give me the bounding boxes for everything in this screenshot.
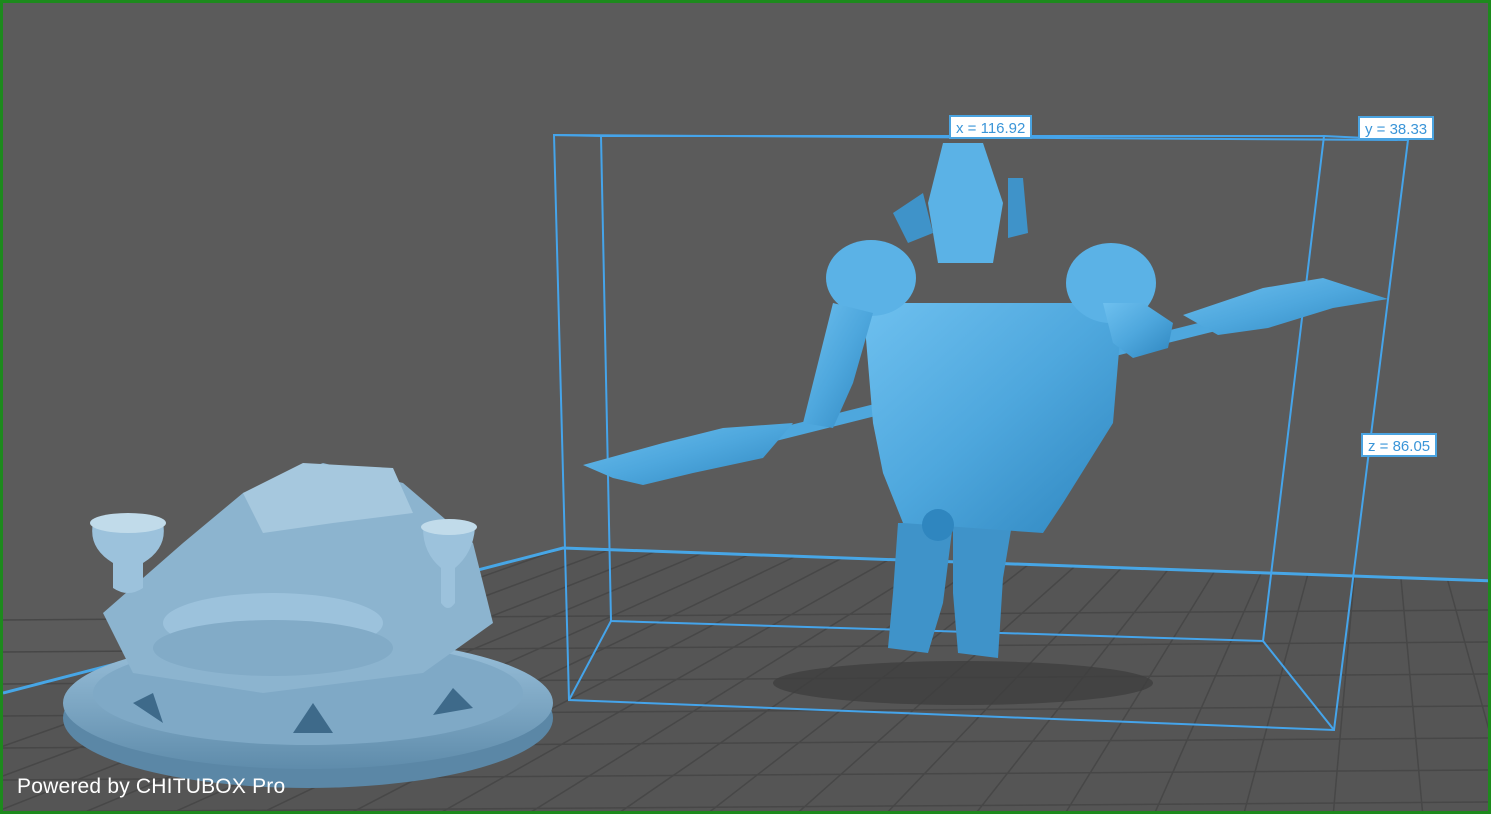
diorama-base-model[interactable] xyxy=(63,463,553,788)
warrior-torso xyxy=(863,303,1123,533)
dimension-x-label: x = 116.92 xyxy=(949,115,1033,139)
warrior-helmet xyxy=(928,143,1003,263)
3d-viewport[interactable]: x = 116.92 y = 38.33 z = 86.05 Powered b… xyxy=(0,0,1491,814)
model-shadow xyxy=(773,661,1153,705)
warrior-knee-guard xyxy=(922,509,954,541)
warrior-left-pauldron xyxy=(826,240,916,316)
glaive-blade-right xyxy=(1183,278,1388,335)
dimension-z-label: z = 86.05 xyxy=(1361,433,1438,457)
glaive-blade-left xyxy=(583,423,793,485)
powered-by-watermark: Powered by CHITUBOX Pro xyxy=(17,775,286,798)
scene-canvas[interactable] xyxy=(3,3,1491,814)
dimension-y-label: y = 38.33 xyxy=(1358,116,1435,140)
